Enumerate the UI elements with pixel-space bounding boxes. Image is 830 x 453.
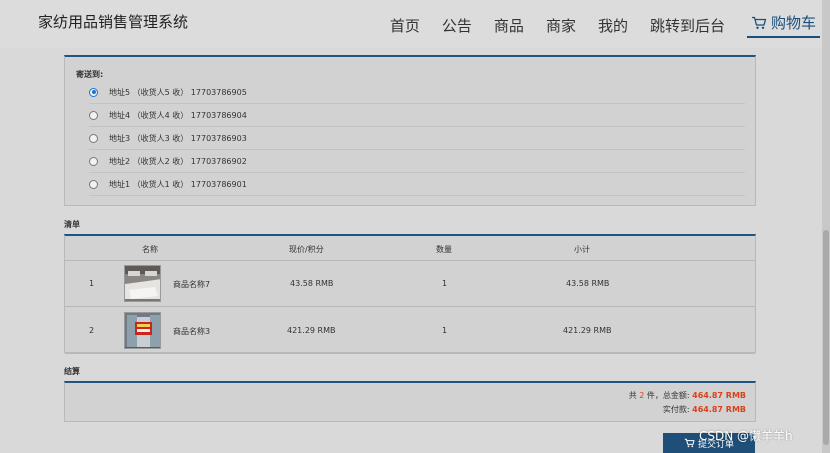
paid-line: 实付款: 464.87 RMB	[663, 404, 746, 415]
table-row: 2 商品名称3 421.29 RMB 1 421.29 RMB	[65, 307, 755, 354]
order-list-panel: 名称 现价/积分 数量 小计 1 商品名称7 43.58 RMB 1 43.58…	[64, 234, 756, 354]
product-image[interactable]	[124, 312, 161, 349]
nav-cart[interactable]: 购物车	[746, 12, 820, 38]
main-nav: 首页 公告 商品 商家 我的 跳转到后台 购物车	[368, 12, 820, 38]
count-prefix: 共	[628, 391, 637, 400]
address-text: 地址2 （收货人2 收） 17703786902	[109, 156, 247, 166]
address-radio[interactable]	[89, 156, 98, 166]
paid-amount: 464.87 RMB	[692, 405, 746, 414]
address-text: 地址3 （收货人3 收） 17703786903	[109, 133, 247, 143]
csdn-watermark: CSDN @懒羊羊h	[699, 429, 793, 443]
page-scrollbar[interactable]	[822, 0, 830, 453]
col-subtotal: 小计	[574, 245, 590, 254]
address-text: 地址4 （收货人4 收） 17703786904	[109, 110, 247, 120]
nav-cart-label: 购物车	[770, 14, 816, 32]
address-option[interactable]: 地址3 （收货人3 收） 17703786903	[89, 127, 745, 150]
col-price: 现价/积分	[289, 245, 324, 254]
address-option[interactable]: 地址1 （收货人1 收） 17703786901	[89, 173, 745, 196]
address-text: 地址5 （收货人5 收） 17703786905	[109, 87, 247, 97]
cart-icon	[684, 438, 695, 448]
total-line: 共 2 件，总金额: 464.87 RMB	[629, 390, 746, 401]
top-header: 家纺用品销售管理系统 首页 公告 商品 商家 我的 跳转到后台 购物车	[0, 0, 830, 48]
product-image[interactable]	[124, 265, 161, 302]
address-radio[interactable]	[89, 179, 98, 189]
table-row: 1 商品名称7 43.58 RMB 1 43.58 RMB	[65, 260, 755, 307]
row-name: 商品名称7	[173, 280, 211, 289]
nav-notice[interactable]: 公告	[442, 15, 472, 36]
row-price: 421.29 RMB	[287, 326, 336, 335]
row-qty: 1	[442, 326, 448, 335]
cart-icon	[751, 16, 767, 29]
address-option[interactable]: 地址4 （收货人4 收） 17703786904	[89, 104, 745, 127]
nav-merchants[interactable]: 商家	[546, 15, 576, 36]
scrollbar-thumb[interactable]	[823, 230, 829, 445]
address-radio[interactable]	[89, 110, 98, 120]
col-qty: 数量	[436, 245, 452, 254]
col-name: 名称	[142, 245, 158, 254]
row-index: 1	[89, 279, 95, 288]
ship-to-label: 寄送到:	[76, 70, 104, 79]
site-brand: 家纺用品销售管理系统	[38, 13, 189, 31]
row-name: 商品名称3	[173, 327, 211, 336]
nav-products[interactable]: 商品	[494, 15, 524, 36]
list-section-title: 清单	[64, 220, 80, 229]
settle-section-title: 结算	[64, 367, 80, 376]
nav-mine[interactable]: 我的	[598, 15, 628, 36]
row-subtotal: 43.58 RMB	[566, 279, 610, 288]
nav-admin[interactable]: 跳转到后台	[650, 15, 725, 36]
row-subtotal: 421.29 RMB	[563, 326, 612, 335]
paid-label: 实付款:	[662, 405, 690, 414]
total-amount: 464.87 RMB	[692, 391, 746, 400]
nav-home[interactable]: 首页	[390, 15, 420, 36]
address-option[interactable]: 地址2 （收货人2 收） 17703786902	[89, 150, 745, 173]
address-option[interactable]: 地址5 （收货人5 收） 17703786905	[89, 81, 745, 104]
curtain-photo	[125, 313, 160, 348]
item-count: 2	[639, 391, 645, 400]
row-price: 43.58 RMB	[290, 279, 334, 288]
row-index: 2	[89, 326, 95, 335]
settle-panel: 共 2 件，总金额: 464.87 RMB 实付款: 464.87 RMB	[64, 381, 756, 422]
bedding-photo	[125, 266, 160, 301]
row-qty: 1	[442, 279, 448, 288]
address-text: 地址1 （收货人1 收） 17703786901	[109, 179, 247, 189]
address-radio[interactable]	[89, 87, 98, 97]
count-suffix: 件，总金额:	[646, 391, 690, 400]
address-panel: 寄送到: 地址5 （收货人5 收） 17703786905 地址4 （收货人4 …	[64, 55, 756, 206]
address-radio[interactable]	[89, 133, 98, 143]
